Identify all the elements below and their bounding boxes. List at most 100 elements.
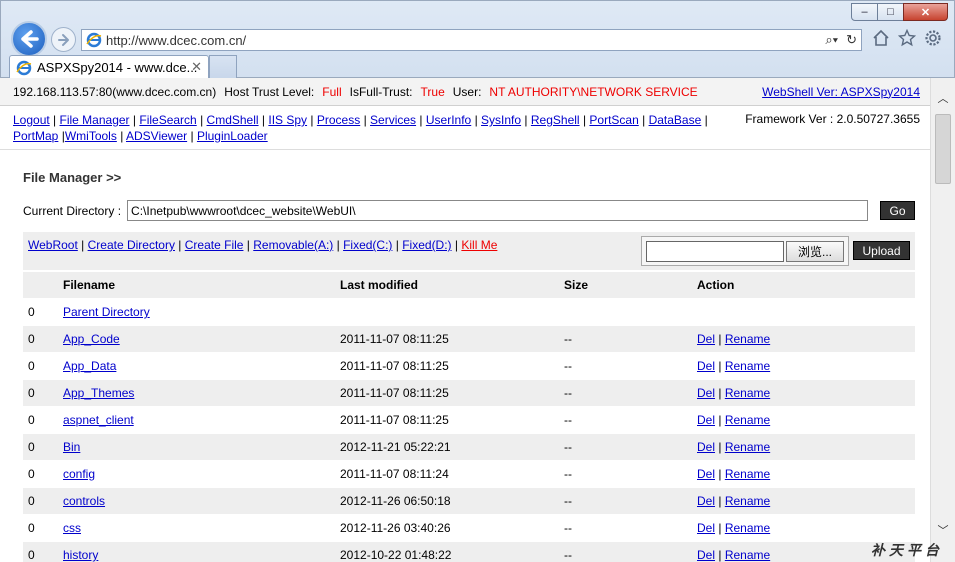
row-modified: 2011-11-07 08:11:25 bbox=[340, 413, 449, 427]
search-icon[interactable]: ⌕▾ bbox=[825, 32, 838, 48]
row-size: -- bbox=[564, 332, 572, 346]
rename-link[interactable]: Rename bbox=[725, 494, 770, 508]
current-directory-input[interactable] bbox=[127, 200, 869, 221]
menu-file-search[interactable]: FileSearch bbox=[139, 113, 196, 127]
delete-link[interactable]: Del bbox=[697, 467, 715, 481]
row-size: -- bbox=[564, 521, 572, 535]
tab-close-icon[interactable]: ✕ bbox=[191, 59, 202, 75]
row-filename-link[interactable]: Parent Directory bbox=[63, 305, 150, 319]
delete-link[interactable]: Del bbox=[697, 332, 715, 346]
menu-wmi-tools[interactable]: WmiTools bbox=[65, 129, 117, 143]
menu-ads-viewer[interactable]: ADSViewer bbox=[126, 129, 187, 143]
delete-link[interactable]: Del bbox=[697, 386, 715, 400]
menu-port-map[interactable]: PortMap bbox=[13, 129, 58, 143]
maximize-button[interactable]: □ bbox=[877, 3, 904, 21]
create-file-link[interactable]: Create File bbox=[185, 238, 244, 252]
menu-logout[interactable]: Logout bbox=[13, 113, 50, 127]
scroll-down-icon[interactable]: ﹀ bbox=[931, 522, 955, 542]
row-filename-link[interactable]: App_Data bbox=[63, 359, 116, 373]
scroll-up-icon[interactable]: ︿ bbox=[931, 90, 955, 110]
upload-button[interactable]: Upload bbox=[853, 241, 910, 260]
menu-cmd-shell[interactable]: CmdShell bbox=[207, 113, 259, 127]
row-flag: 0 bbox=[28, 332, 35, 346]
rename-link[interactable]: Rename bbox=[725, 413, 770, 427]
menu-sys-info[interactable]: SysInfo bbox=[481, 113, 521, 127]
drive-a-link[interactable]: Removable(A:) bbox=[253, 238, 333, 252]
forward-arrow-icon bbox=[57, 33, 69, 46]
row-filename-link[interactable]: aspnet_client bbox=[63, 413, 134, 427]
menu-iis-spy[interactable]: IIS Spy bbox=[268, 113, 307, 127]
webroot-link[interactable]: WebRoot bbox=[28, 238, 78, 252]
back-button[interactable] bbox=[11, 21, 47, 57]
table-row: 0 App_Themes 2011-11-07 08:11:25 -- Del | Re… bbox=[23, 380, 915, 407]
file-actions-bar: WebRoot | Create Directory | Create File… bbox=[23, 232, 915, 270]
scroll-thumb[interactable] bbox=[935, 114, 951, 184]
rename-link[interactable]: Rename bbox=[725, 467, 770, 481]
row-flag: 0 bbox=[28, 467, 35, 481]
row-flag: 0 bbox=[28, 521, 35, 535]
minimize-button[interactable]: – bbox=[851, 3, 878, 21]
browse-button[interactable]: 浏览... bbox=[786, 241, 844, 262]
browser-chrome: – □ ✕ http://www.dcec.com.cn/ ⌕▾ ↻ ASPXS… bbox=[0, 0, 955, 79]
vertical-scrollbar[interactable]: ︿ ﹀ bbox=[930, 78, 955, 562]
kill-me-link[interactable]: Kill Me bbox=[461, 238, 497, 252]
star-icon[interactable] bbox=[898, 29, 916, 47]
row-filename-link[interactable]: Bin bbox=[63, 440, 80, 454]
rename-link[interactable]: Rename bbox=[725, 332, 770, 346]
home-icon[interactable] bbox=[872, 29, 890, 47]
delete-link[interactable]: Del bbox=[697, 548, 715, 562]
menu-port-scan[interactable]: PortScan bbox=[589, 113, 638, 127]
row-actions: Del | Rename bbox=[697, 413, 771, 427]
table-row: 0 controls 2012-11-26 06:50:18 -- Del | Rena… bbox=[23, 488, 915, 515]
delete-link[interactable]: Del bbox=[697, 413, 715, 427]
close-window-button[interactable]: ✕ bbox=[903, 3, 948, 21]
ie-tab-icon bbox=[16, 60, 32, 75]
row-modified: 2011-11-07 08:11:25 bbox=[340, 359, 449, 373]
row-filename-link[interactable]: App_Themes bbox=[63, 386, 134, 400]
row-flag: 0 bbox=[28, 305, 35, 319]
rename-link[interactable]: Rename bbox=[725, 440, 770, 454]
row-size: -- bbox=[564, 440, 572, 454]
row-filename-link[interactable]: history bbox=[63, 548, 98, 562]
row-filename-link[interactable]: css bbox=[63, 521, 81, 535]
menu-process[interactable]: Process bbox=[317, 113, 360, 127]
menu-plugin-loader[interactable]: PluginLoader bbox=[197, 129, 268, 143]
refresh-icon[interactable]: ↻ bbox=[846, 32, 857, 48]
row-flag: 0 bbox=[28, 413, 35, 427]
menu-file-manager[interactable]: File Manager bbox=[60, 113, 130, 127]
menu-user-info[interactable]: UserInfo bbox=[426, 113, 471, 127]
host-address: 192.168.113.57:80(www.dcec.com.cn) bbox=[13, 84, 217, 99]
version-link[interactable]: WebShell Ver: ASPXSpy2014 bbox=[762, 85, 920, 99]
go-button[interactable]: Go bbox=[880, 201, 915, 220]
current-directory-label: Current Directory : bbox=[23, 203, 122, 218]
main-menu: Logout | File Manager | FileSearch | Cmd… bbox=[13, 113, 708, 143]
menu-reg-shell[interactable]: RegShell bbox=[531, 113, 580, 127]
row-actions: Del | Rename bbox=[697, 521, 771, 535]
address-bar[interactable]: http://www.dcec.com.cn/ ⌕▾ ↻ bbox=[81, 29, 862, 51]
delete-link[interactable]: Del bbox=[697, 359, 715, 373]
menu-services[interactable]: Services bbox=[370, 113, 416, 127]
rename-link[interactable]: Rename bbox=[725, 521, 770, 535]
delete-link[interactable]: Del bbox=[697, 440, 715, 454]
drive-c-link[interactable]: Fixed(C:) bbox=[343, 238, 392, 252]
row-filename-link[interactable]: config bbox=[63, 467, 95, 481]
row-flag: 0 bbox=[28, 494, 35, 508]
drive-d-link[interactable]: Fixed(D:) bbox=[402, 238, 451, 252]
rename-link[interactable]: Rename bbox=[725, 386, 770, 400]
forward-button[interactable] bbox=[51, 27, 76, 52]
back-arrow-icon bbox=[21, 30, 39, 48]
gear-icon[interactable] bbox=[924, 29, 942, 47]
row-filename-link[interactable]: controls bbox=[63, 494, 105, 508]
new-tab-button[interactable] bbox=[209, 55, 237, 79]
delete-link[interactable]: Del bbox=[697, 521, 715, 535]
row-actions: Del | Rename bbox=[697, 467, 771, 481]
menu-database[interactable]: DataBase bbox=[649, 113, 702, 127]
row-filename-link[interactable]: App_Code bbox=[63, 332, 120, 346]
file-path-input[interactable] bbox=[646, 241, 784, 262]
create-directory-link[interactable]: Create Directory bbox=[88, 238, 175, 252]
browser-tab[interactable]: ASPXSpy2014 - www.dce... ✕ bbox=[9, 55, 209, 79]
delete-link[interactable]: Del bbox=[697, 494, 715, 508]
rename-link[interactable]: Rename bbox=[725, 548, 770, 562]
table-row: 0 config 2011-11-07 08:11:24 -- Del | Rename bbox=[23, 461, 915, 488]
rename-link[interactable]: Rename bbox=[725, 359, 770, 373]
